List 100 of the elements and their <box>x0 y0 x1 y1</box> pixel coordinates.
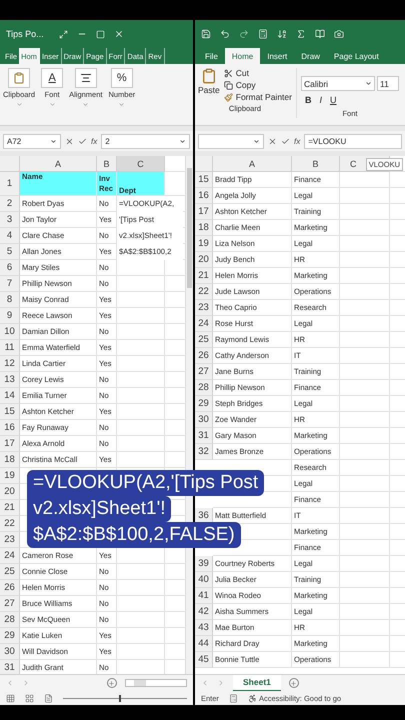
macro-icon[interactable] <box>228 694 238 702</box>
bold-button[interactable]: B <box>304 95 312 105</box>
row-header[interactable]: 15 <box>195 172 213 188</box>
row-header[interactable]: 19 <box>0 468 20 484</box>
page-layout-icon[interactable] <box>25 694 34 702</box>
row-header[interactable]: 29 <box>195 396 213 412</box>
row-header[interactable]: 17 <box>195 204 213 220</box>
undo-icon[interactable] <box>220 29 230 39</box>
row-header[interactable]: 40 <box>195 572 213 588</box>
row-header[interactable]: 44 <box>195 636 213 652</box>
number-format-button[interactable]: % <box>110 68 133 88</box>
row-header[interactable]: 25 <box>195 332 213 348</box>
sheet-tab[interactable]: Sheet1 <box>233 674 281 692</box>
row-header[interactable]: 26 <box>0 580 20 596</box>
row-header[interactable]: 30 <box>0 644 20 660</box>
row-header[interactable]: 30 <box>195 412 213 428</box>
row-header[interactable]: 1 <box>0 172 20 196</box>
italic-button[interactable]: I <box>319 95 322 105</box>
row-header[interactable]: 18 <box>0 452 20 468</box>
row-header[interactable]: 14 <box>0 388 20 404</box>
close-icon[interactable] <box>114 29 124 39</box>
row-header[interactable]: 21 <box>0 500 20 516</box>
row-header[interactable]: 31 <box>195 428 213 444</box>
row-header[interactable]: 16 <box>0 420 20 436</box>
row-header[interactable]: 27 <box>0 596 20 612</box>
row-header[interactable]: 20 <box>195 252 213 268</box>
ribbon-tab[interactable]: Page Layout <box>326 48 386 64</box>
redo-icon[interactable] <box>239 29 249 39</box>
maximize-icon[interactable] <box>96 30 105 38</box>
row-header[interactable]: 4 <box>0 228 20 244</box>
alignment-button[interactable] <box>74 68 97 88</box>
enter-icon[interactable] <box>78 136 87 146</box>
row-header[interactable]: 28 <box>195 380 213 396</box>
row-header[interactable]: 17 <box>0 436 20 452</box>
function-label[interactable]: fx <box>294 136 300 146</box>
row-header[interactable]: 18 <box>195 220 213 236</box>
row-header[interactable]: 22 <box>195 284 213 300</box>
cut-button[interactable]: Cut <box>224 68 292 78</box>
save-icon[interactable] <box>201 29 211 39</box>
cancel-icon[interactable] <box>65 136 74 146</box>
row-header[interactable]: 11 <box>0 340 20 356</box>
camera-icon[interactable] <box>334 29 344 39</box>
ribbon-tab[interactable]: Insert <box>260 48 294 64</box>
row-header[interactable]: 24 <box>0 548 20 564</box>
row-header[interactable]: 23 <box>0 532 20 548</box>
row-header[interactable]: 7 <box>0 276 20 292</box>
sort-icon[interactable] <box>277 29 287 39</box>
row-header[interactable]: 3 <box>0 212 20 228</box>
row-header[interactable]: 43 <box>195 620 213 636</box>
row-header[interactable]: 8 <box>0 292 20 308</box>
row-header[interactable]: 25 <box>0 564 20 580</box>
enter-icon[interactable] <box>281 136 290 146</box>
row-header[interactable]: 9 <box>0 308 20 324</box>
cancel-icon[interactable] <box>268 136 277 146</box>
row-header[interactable]: 12 <box>0 356 20 372</box>
row-header[interactable]: 29 <box>0 628 20 644</box>
column-header[interactable]: B <box>97 156 117 172</box>
formula-field[interactable]: =VLOOKU <box>304 134 402 148</box>
normal-view-icon[interactable] <box>6 694 15 702</box>
row-header[interactable]: 27 <box>195 364 213 380</box>
page-break-icon[interactable] <box>44 694 53 702</box>
add-sheet-button[interactable] <box>106 678 116 688</box>
font-select[interactable]: Calibri <box>300 76 375 91</box>
row-header[interactable]: 22 <box>0 516 20 532</box>
calculator-icon[interactable] <box>258 29 268 39</box>
caret-icon[interactable] <box>118 101 126 108</box>
font-button[interactable]: A <box>41 68 64 88</box>
format-painter-button[interactable]: Format Painter <box>224 92 292 102</box>
row-header[interactable]: 5 <box>0 244 20 260</box>
row-header[interactable]: 24 <box>195 316 213 332</box>
row-header[interactable]: 31 <box>0 660 20 674</box>
caret-icon[interactable] <box>16 101 23 108</box>
row-header[interactable]: 6 <box>0 260 20 276</box>
book-icon[interactable] <box>315 29 325 39</box>
function-label[interactable]: fx <box>91 136 98 146</box>
horizontal-scrollbar[interactable] <box>124 679 187 687</box>
column-header[interactable]: B <box>292 156 340 172</box>
ribbon-tab[interactable]: Draw <box>294 48 327 64</box>
add-sheet-button[interactable] <box>288 678 299 688</box>
row-header[interactable]: 39 <box>195 556 213 572</box>
column-header[interactable]: C <box>117 156 165 172</box>
row-header[interactable]: 26 <box>195 348 213 364</box>
row-header[interactable]: 41 <box>195 588 213 604</box>
copy-button[interactable]: Copy <box>224 80 292 90</box>
row-header[interactable]: 32 <box>195 444 213 460</box>
row-header[interactable]: 28 <box>0 612 20 628</box>
zoom-thumb[interactable] <box>118 694 121 702</box>
window-icon[interactable] <box>58 30 68 38</box>
paste-button[interactable]: Paste <box>198 68 220 102</box>
column-header[interactable]: A <box>20 156 97 172</box>
ribbon-tab[interactable]: File <box>198 48 225 64</box>
ribbon-tab[interactable]: Home <box>224 48 260 64</box>
name-box[interactable]: A72 <box>3 134 61 148</box>
caret-icon[interactable] <box>82 101 90 108</box>
clipboard-button[interactable] <box>8 68 30 88</box>
row-header[interactable]: 42 <box>195 604 213 620</box>
row-header[interactable]: 15 <box>0 404 20 420</box>
row-header[interactable]: 19 <box>195 236 213 252</box>
row-header[interactable]: 2 <box>0 196 20 212</box>
font-size-select[interactable]: 11 <box>376 76 399 91</box>
